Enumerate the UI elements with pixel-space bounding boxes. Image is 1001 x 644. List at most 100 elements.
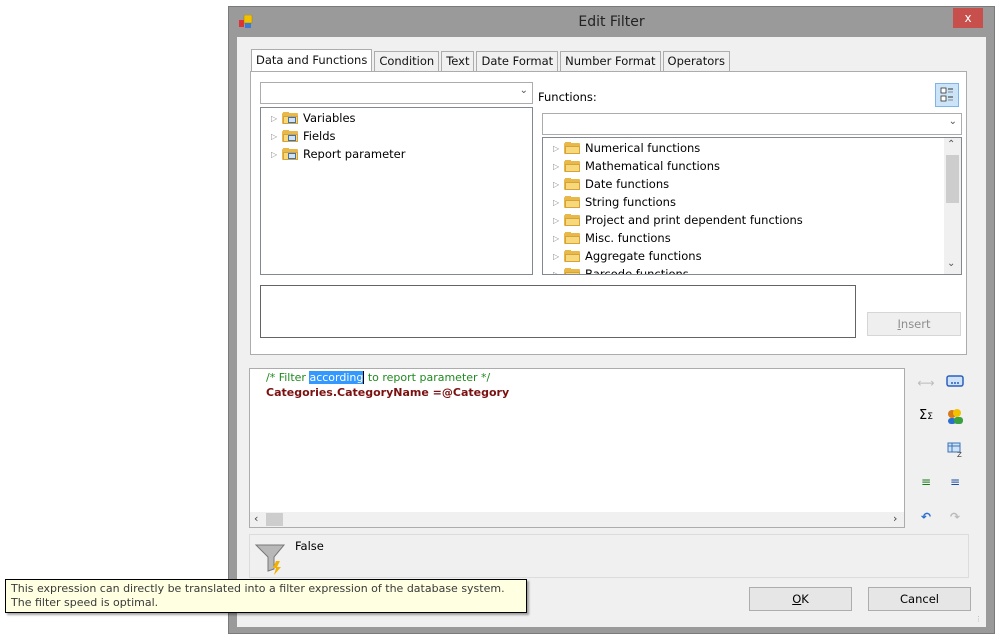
tab-data-and-functions[interactable]: Data and Functions: [251, 49, 373, 73]
dialog-client: Data and Functions Condition Text Date F…: [237, 37, 986, 627]
expression-editor[interactable]: /* Filter according to report parameter …: [249, 368, 905, 528]
report-parameter-folder-icon: [282, 148, 299, 160]
expand-arrow-icon[interactable]: ▷: [553, 252, 561, 261]
tooltip: This expression can directly be translat…: [5, 579, 527, 613]
close-button[interactable]: x: [953, 8, 983, 28]
scroll-down-icon[interactable]: ⌄: [947, 258, 955, 269]
format-icon[interactable]: ≡: [946, 473, 964, 491]
tab-condition[interactable]: Condition: [374, 51, 440, 71]
selected-text: according: [309, 371, 364, 384]
insert-label: nsert: [900, 317, 931, 331]
tree-item-label: Variables: [303, 111, 356, 125]
folder-icon: [564, 232, 581, 244]
scroll-left-icon[interactable]: ‹: [254, 512, 258, 525]
expand-arrow-icon[interactable]: ▷: [271, 132, 279, 141]
function-category-label: Date functions: [585, 177, 670, 191]
scrollbar-thumb[interactable]: [266, 513, 283, 526]
indent-icon[interactable]: ≡: [917, 473, 935, 491]
tree-item-report-parameter[interactable]: ▷ Report parameter: [271, 145, 406, 163]
function-category-label: Numerical functions: [585, 141, 701, 155]
edit-filter-dialog: Edit Filter x Data and Functions Conditi…: [228, 6, 995, 634]
functions-tree[interactable]: ▷ Numerical functions ▷ Mathematical functi…: [542, 137, 962, 275]
function-category-label: Misc. functions: [585, 231, 671, 245]
function-category-item[interactable]: ▷ String functions: [553, 193, 676, 211]
folder-icon: [564, 142, 581, 154]
folder-icon: [564, 196, 581, 208]
parameter-expression: =@Category: [428, 386, 510, 399]
expand-arrow-icon[interactable]: ▷: [271, 114, 279, 123]
wrap-expression-icon[interactable]: ⟷: [917, 374, 935, 392]
function-category-item[interactable]: ▷ Misc. functions: [553, 229, 671, 247]
function-category-item[interactable]: ▷ Mathematical functions: [553, 157, 720, 175]
tree-item-label: Fields: [303, 129, 336, 143]
functions-label: Functions:: [538, 90, 597, 104]
scrollbar-thumb[interactable]: [946, 155, 959, 203]
expression-line: Categories.CategoryName =@Category: [266, 386, 509, 399]
function-category-label: Aggregate functions: [585, 249, 702, 263]
data-tree[interactable]: ▷ Variables ▷ Fields ▷ Report parameter: [260, 107, 533, 275]
tab-strip: Data and Functions Condition Text Date F…: [251, 49, 732, 73]
redo-icon[interactable]: ↷: [946, 508, 964, 526]
function-category-label: Project and print dependent functions: [585, 213, 803, 227]
expand-arrow-icon[interactable]: ▷: [271, 150, 279, 159]
expand-arrow-icon[interactable]: ▷: [553, 270, 561, 275]
tab-number-format[interactable]: Number Format: [560, 51, 661, 71]
tab-operators[interactable]: Operators: [662, 51, 730, 71]
ok-label: K: [801, 592, 809, 606]
window-title: Edit Filter: [578, 14, 645, 30]
function-description-box: [260, 285, 856, 338]
field-name: Categories.CategoryName: [266, 386, 429, 399]
expand-arrow-icon[interactable]: ▷: [553, 180, 561, 189]
function-category-item[interactable]: ▷ Project and print dependent functions: [553, 211, 803, 229]
expand-arrow-icon[interactable]: ▷: [553, 198, 561, 207]
tree-item-variables[interactable]: ▷ Variables: [271, 109, 356, 127]
ok-mnemonic: O: [792, 592, 802, 606]
scroll-right-icon[interactable]: ›: [893, 512, 897, 525]
function-category-label: Barcode functions: [585, 267, 689, 275]
fields-folder-icon: [282, 130, 299, 142]
folder-icon: [564, 160, 581, 172]
comment-line: /* Filter according to report parameter …: [266, 371, 491, 384]
insert-button[interactable]: Insert: [867, 312, 961, 336]
function-category-item[interactable]: ▷ Aggregate functions: [553, 247, 702, 265]
function-category-item[interactable]: ▷ Numerical functions: [553, 139, 700, 157]
sum-icon[interactable]: ΣΣ: [917, 407, 935, 425]
comment-text: to report parameter */: [363, 371, 491, 384]
expand-collapse-list-icon: [940, 87, 953, 102]
scroll-up-icon[interactable]: ⌃: [947, 139, 955, 150]
expand-arrow-icon[interactable]: ▷: [553, 234, 561, 243]
users-icon[interactable]: [946, 407, 964, 425]
folder-icon: [564, 214, 581, 226]
expand-arrow-icon[interactable]: ▷: [553, 162, 561, 171]
tree-item-fields[interactable]: ▷ Fields: [271, 127, 336, 145]
function-category-item[interactable]: ▷ Barcode functions: [553, 265, 689, 275]
filter-optimal-icon[interactable]: [254, 541, 288, 578]
chevron-down-icon: ⌄: [519, 85, 528, 96]
functions-combo[interactable]: ⌄: [542, 113, 962, 135]
editor-horizontal-scrollbar[interactable]: ‹ ›: [250, 512, 904, 527]
evaluation-result-area: False: [249, 534, 969, 578]
folder-icon: [564, 268, 581, 274]
ok-button[interactable]: OK: [749, 587, 852, 611]
resize-grip-icon[interactable]: ⋮: [975, 615, 983, 623]
function-category-label: Mathematical functions: [585, 159, 720, 173]
comment-text: /* Filter: [266, 371, 310, 384]
data-source-combo[interactable]: ⌄: [260, 82, 533, 104]
variables-folder-icon: [282, 112, 299, 124]
expand-arrow-icon[interactable]: ▷: [553, 144, 561, 153]
folder-icon: [564, 178, 581, 190]
expand-arrow-icon[interactable]: ▷: [553, 216, 561, 225]
table-expression-icon[interactable]: Z: [946, 440, 964, 459]
tab-date-format[interactable]: Date Format: [476, 51, 559, 71]
undo-icon[interactable]: ↶: [917, 508, 935, 526]
tree-item-label: Report parameter: [303, 147, 406, 161]
data-and-functions-panel: ⌄ ▷ Variables ▷ Fields ▷ Report paramete…: [250, 71, 967, 355]
functions-tree-scrollbar[interactable]: ⌃ ⌄: [944, 138, 961, 274]
insert-block-icon[interactable]: [946, 374, 964, 392]
tree-view-toggle-button[interactable]: [935, 83, 959, 107]
tab-text[interactable]: Text: [441, 51, 475, 71]
title-bar[interactable]: Edit Filter x: [229, 7, 994, 37]
function-category-item[interactable]: ▷ Date functions: [553, 175, 669, 193]
chevron-down-icon: ⌄: [948, 116, 957, 127]
cancel-button[interactable]: Cancel: [868, 587, 971, 611]
